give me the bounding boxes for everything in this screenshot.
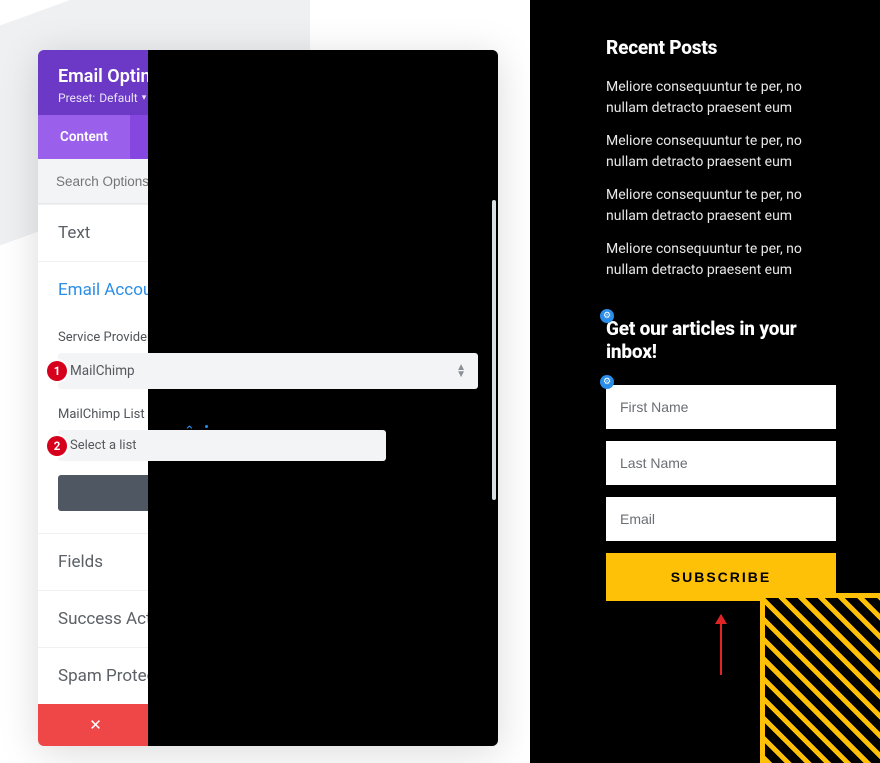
decorative-hatch-pattern <box>760 593 880 763</box>
annotation-badge-2: 2 <box>47 436 67 456</box>
email-input[interactable] <box>606 497 836 541</box>
tab-content[interactable]: Content <box>38 115 130 159</box>
service-provider-select[interactable]: 1 MailChimp ▲▼ <box>58 353 478 389</box>
optin-form: ⚙ SUBSCRIBE <box>606 385 836 601</box>
section-email-account-header[interactable]: Email Account ⌃ <box>38 262 498 318</box>
optin-heading: Get our articles in your inbox! <box>606 317 836 363</box>
section-fields-title: Fields <box>58 552 103 572</box>
recent-posts-list: Meliore consequuntur te per, no nullam d… <box>606 77 836 281</box>
module-edit-handle-icon[interactable]: ⚙ <box>600 309 614 323</box>
settings-modal: Email Optin Settings Preset: Default ▾ <box>38 50 498 746</box>
scrollbar[interactable] <box>492 200 496 500</box>
preset-value: Default <box>99 91 137 105</box>
mailchimp-list-value: Select a list <box>70 438 137 453</box>
close-icon: ✕ <box>89 716 102 734</box>
select-updown-icon: ▲▼ <box>456 364 466 378</box>
first-name-input[interactable] <box>606 385 836 429</box>
chevron-down-icon: ▾ <box>142 93 147 103</box>
section-text-title: Text <box>58 223 90 243</box>
list-item[interactable]: Meliore consequuntur te per, no nullam d… <box>606 77 836 119</box>
preset-prefix: Preset: <box>58 91 95 105</box>
service-provider-value: MailChimp <box>70 363 135 379</box>
list-item[interactable]: Meliore consequuntur te per, no nullam d… <box>606 185 836 227</box>
list-item[interactable]: Meliore consequuntur te per, no nullam d… <box>606 239 836 281</box>
recent-posts-heading: Recent Posts <box>606 36 836 59</box>
cancel-button[interactable]: ✕ <box>38 704 153 746</box>
annotation-arrow-icon <box>720 615 722 675</box>
page-preview-sidebar: Recent Posts Meliore consequuntur te per… <box>530 0 880 763</box>
module-edit-handle-icon[interactable]: ⚙ <box>600 375 614 389</box>
last-name-input[interactable] <box>606 441 836 485</box>
annotation-badge-1: 1 <box>47 361 67 381</box>
mailchimp-list-select[interactable]: 2 Select a list <box>58 430 386 461</box>
list-item[interactable]: Meliore consequuntur te per, no nullam d… <box>606 131 836 173</box>
